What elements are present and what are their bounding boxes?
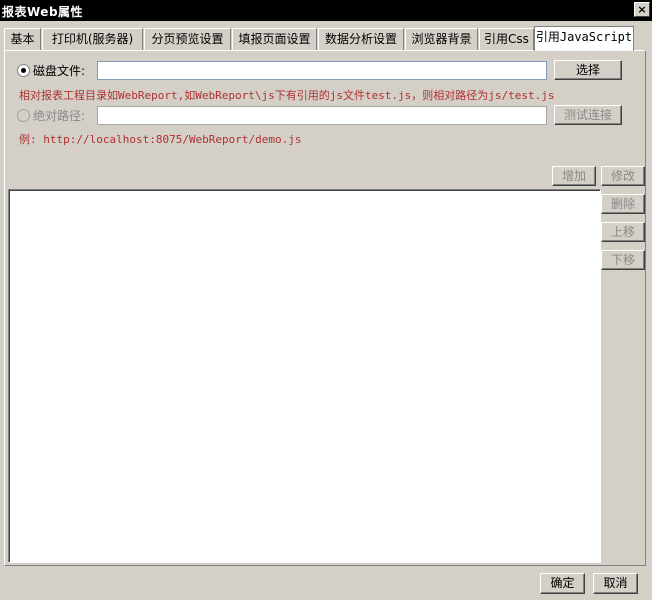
move-up-button[interactable]: 上移: [601, 222, 645, 242]
disk-file-label: 磁盘文件:: [33, 64, 86, 78]
tab-printer-server[interactable]: 打印机(服务器): [42, 28, 143, 50]
add-button[interactable]: 增加: [552, 166, 596, 186]
absolute-path-input[interactable]: [97, 106, 547, 125]
tab-reference-css[interactable]: 引用Css: [479, 28, 534, 50]
title-bar: 报表Web属性 ×: [0, 0, 652, 21]
absolute-path-example: 例: http://localhost:8075/WebReport/demo.…: [19, 133, 302, 146]
cancel-button[interactable]: 取消: [593, 573, 638, 594]
choose-button[interactable]: 选择: [554, 60, 622, 80]
absolute-path-radio[interactable]: [17, 109, 30, 122]
tab-browser-background[interactable]: 浏览器背景: [405, 28, 478, 50]
test-connection-button[interactable]: 测试连接: [554, 105, 622, 125]
ok-button[interactable]: 确定: [540, 573, 585, 594]
disk-file-input[interactable]: [97, 61, 547, 80]
tab-basic[interactable]: 基本: [4, 28, 41, 50]
move-down-button[interactable]: 下移: [601, 250, 645, 270]
delete-button[interactable]: 删除: [601, 194, 645, 214]
tab-page-preview-settings[interactable]: 分页预览设置: [144, 28, 231, 50]
modify-button[interactable]: 修改: [601, 166, 645, 186]
absolute-path-label: 绝对路径:: [33, 109, 86, 123]
close-icon: ×: [637, 3, 647, 16]
javascript-list[interactable]: [8, 189, 601, 563]
tab-data-analysis-settings[interactable]: 数据分析设置: [318, 28, 404, 50]
disk-file-radio[interactable]: [17, 64, 30, 77]
close-button[interactable]: ×: [634, 2, 650, 17]
relative-path-hint: 相对报表工程目录如WebReport,如WebReport\js下有引用的js文…: [19, 89, 555, 102]
tab-reference-javascript[interactable]: 引用JavaScript: [534, 26, 634, 51]
tab-fill-page-settings[interactable]: 填报页面设置: [232, 28, 317, 50]
window-title: 报表Web属性: [2, 5, 84, 19]
